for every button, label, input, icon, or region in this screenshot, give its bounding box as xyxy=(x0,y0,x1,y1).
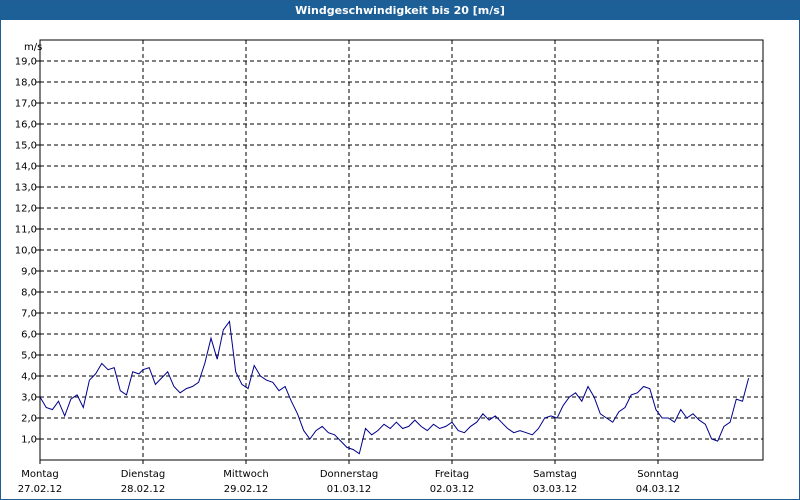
x-tick-day-label: Freitag xyxy=(435,469,469,480)
y-tick-label: 1,0 xyxy=(21,435,37,446)
chart-title: Windgeschwindigkeit bis 20 [m/s] xyxy=(1,1,799,20)
y-tick-label: 2,0 xyxy=(21,414,37,425)
x-tick-day-label: Samstag xyxy=(533,469,577,480)
y-tick-label: 19,0 xyxy=(15,57,37,68)
wind-speed-chart: 1,0 2,0 3,0 4,0 5,0 6,0 7,0 8,0 9,0 10,0 11,0 12,0 1… xyxy=(15,39,764,495)
y-tick-label: 5,0 xyxy=(21,351,37,362)
chart-window: Windgeschwindigkeit bis 20 [m/s] 1,0 2,0 3… xyxy=(0,0,800,500)
y-tick-label: 4,0 xyxy=(21,372,37,383)
x-tick-date-label: 27.02.12 xyxy=(18,484,63,495)
x-tick-day-label: Mittwoch xyxy=(223,469,268,480)
y-tick-label: 15,0 xyxy=(15,141,37,152)
y-axis-ticks: 1,0 2,0 3,0 4,0 5,0 6,0 7,0 8,0 9,0 10,0 11,0 12,0 1… xyxy=(15,57,40,446)
x-tick-date-label: 02.03.12 xyxy=(430,484,475,495)
y-tick-label: 12,0 xyxy=(15,204,37,215)
y-tick-label: 10,0 xyxy=(15,246,37,257)
x-tick-date-label: 01.03.12 xyxy=(327,484,372,495)
y-tick-label: 18,0 xyxy=(15,78,37,89)
y-tick-label: 11,0 xyxy=(15,225,37,236)
y-tick-label: 14,0 xyxy=(15,162,37,173)
y-tick-label: 3,0 xyxy=(21,393,37,404)
x-tick-day-label: Sonntag xyxy=(637,469,679,480)
y-tick-label: 6,0 xyxy=(21,330,37,341)
y-tick-label: 8,0 xyxy=(21,288,37,299)
x-tick-day-label: Dienstag xyxy=(121,469,166,480)
x-tick-date-label: 04.03.12 xyxy=(636,484,681,495)
x-tick-date-label: 29.02.12 xyxy=(224,484,269,495)
y-tick-label: 13,0 xyxy=(15,183,37,194)
y-axis-unit: m/s xyxy=(24,42,42,53)
x-tick-day-label: Montag xyxy=(21,469,58,480)
x-tick-date-label: 28.02.12 xyxy=(121,484,166,495)
y-tick-label: 17,0 xyxy=(15,99,37,110)
x-axis-ticks: Montag 27.02.12 Dienstag 28.02.12 Mittwoch 29… xyxy=(18,460,681,495)
y-tick-label: 7,0 xyxy=(21,309,37,320)
y-tick-label: 9,0 xyxy=(21,267,37,278)
y-tick-label: 16,0 xyxy=(15,120,37,131)
x-tick-day-label: Donnerstag xyxy=(320,469,378,480)
x-tick-date-label: 03.03.12 xyxy=(533,484,578,495)
